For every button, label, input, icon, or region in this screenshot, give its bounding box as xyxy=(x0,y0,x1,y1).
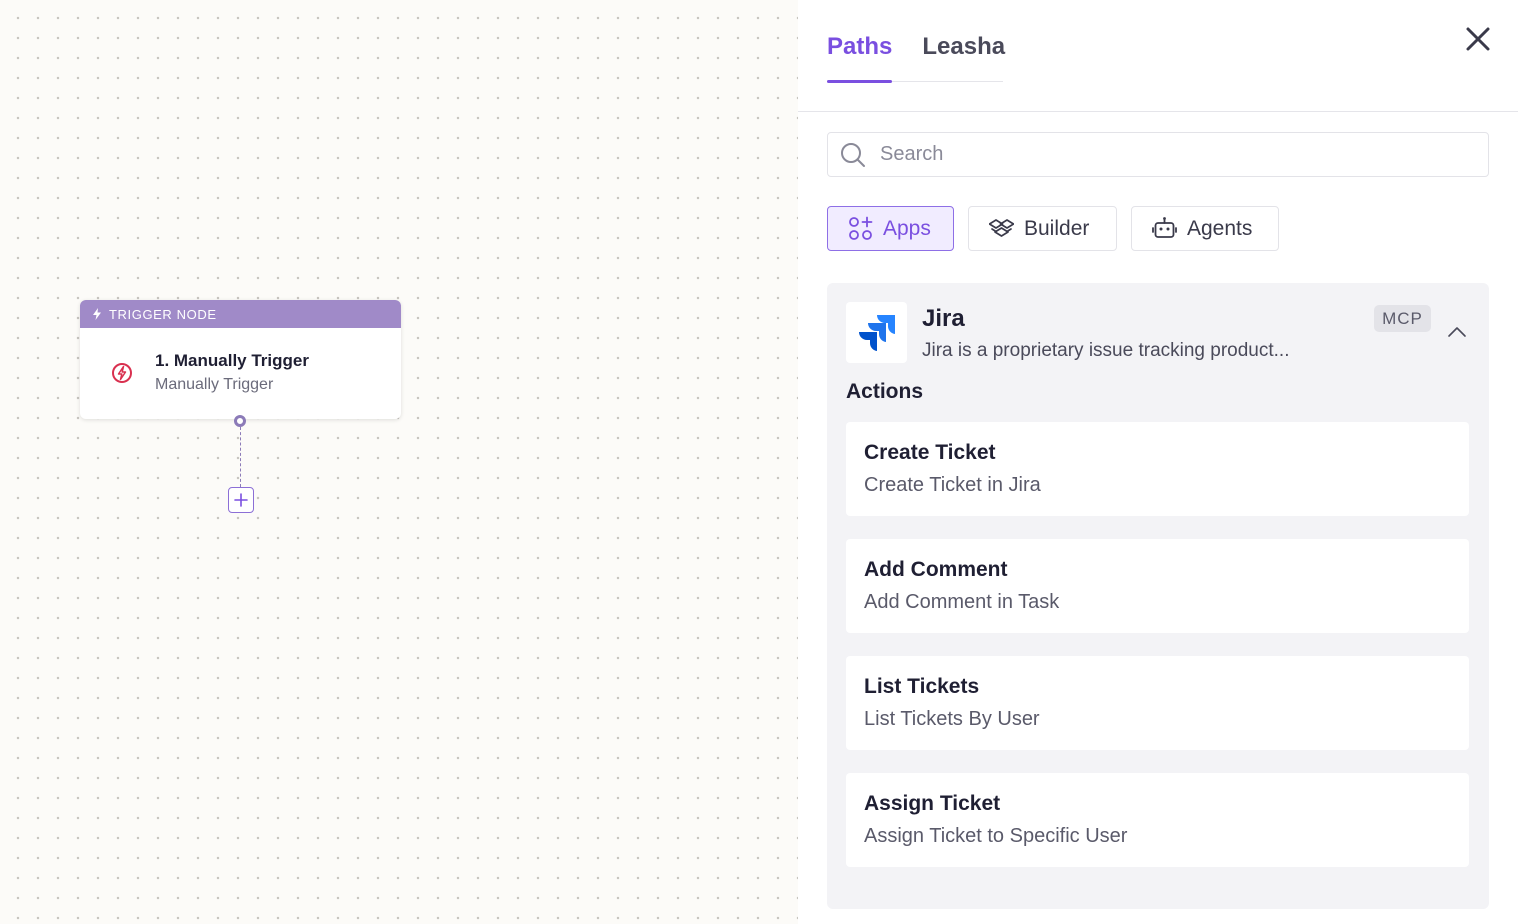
chevron-up-icon[interactable] xyxy=(1446,321,1468,343)
plus-icon xyxy=(234,493,248,507)
app-card-jira: Jira Jira is a proprietary issue trackin… xyxy=(827,283,1489,909)
search-icon xyxy=(841,142,865,167)
filter-builder-button[interactable]: Builder xyxy=(968,206,1117,251)
workflow-canvas[interactable]: TRIGGER NODE 1. Manually Trigger Manuall… xyxy=(0,0,798,924)
app-name: Jira xyxy=(922,305,965,332)
add-node-button[interactable] xyxy=(228,487,254,513)
action-title: Create Ticket xyxy=(864,441,996,464)
app-description: Jira is a proprietary issue tracking pro… xyxy=(922,340,1290,361)
action-title: List Tickets xyxy=(864,675,980,698)
action-add-comment[interactable]: Add Comment Add Comment in Task xyxy=(846,539,1469,633)
node-connector-line xyxy=(240,427,241,487)
trigger-node-body: 1. Manually Trigger Manually Trigger xyxy=(80,328,401,419)
action-title: Add Comment xyxy=(864,558,1008,581)
tab-leasha[interactable]: Leasha xyxy=(922,30,1005,82)
panel-divider xyxy=(798,111,1518,112)
filter-apps-label: Apps xyxy=(883,216,931,240)
trigger-node[interactable]: TRIGGER NODE 1. Manually Trigger Manuall… xyxy=(80,300,401,419)
lightning-icon xyxy=(93,308,101,320)
side-panel: Paths Leasha Apps xyxy=(798,0,1518,924)
action-list-tickets[interactable]: List Tickets List Tickets By User xyxy=(846,656,1469,750)
filter-apps-button[interactable]: Apps xyxy=(827,206,954,251)
trigger-node-subtitle: Manually Trigger xyxy=(155,376,274,393)
action-description: Assign Ticket to Specific User xyxy=(864,825,1128,847)
filter-builder-label: Builder xyxy=(1024,216,1090,240)
action-create-ticket[interactable]: Create Ticket Create Ticket in Jira xyxy=(846,422,1469,516)
action-description: Add Comment in Task xyxy=(864,591,1060,613)
jira-icon xyxy=(858,314,895,351)
filter-agents-button[interactable]: Agents xyxy=(1131,206,1279,251)
jira-logo xyxy=(846,302,907,363)
robot-icon xyxy=(1152,217,1177,238)
mcp-badge: MCP xyxy=(1374,305,1431,332)
action-assign-ticket[interactable]: Assign Ticket Assign Ticket to Specific … xyxy=(846,773,1469,867)
node-output-handle[interactable] xyxy=(234,415,246,427)
search-box[interactable] xyxy=(827,132,1489,177)
action-description: List Tickets By User xyxy=(864,708,1040,730)
close-button[interactable] xyxy=(1463,24,1493,54)
search-input[interactable] xyxy=(880,143,1460,166)
trigger-node-header: TRIGGER NODE xyxy=(80,300,401,328)
action-title: Assign Ticket xyxy=(864,792,1001,815)
action-description: Create Ticket in Jira xyxy=(864,474,1041,496)
tab-paths[interactable]: Paths xyxy=(827,30,893,83)
actions-heading: Actions xyxy=(846,380,924,403)
trigger-node-title: 1. Manually Trigger xyxy=(155,351,309,370)
builder-icon xyxy=(989,219,1014,237)
panel-tabs: Paths Leasha xyxy=(827,30,1005,83)
close-icon xyxy=(1466,27,1490,51)
filter-agents-label: Agents xyxy=(1187,216,1253,240)
lightning-circle-icon xyxy=(112,363,132,383)
apps-icon xyxy=(849,216,873,240)
trigger-node-header-label: TRIGGER NODE xyxy=(109,306,217,322)
